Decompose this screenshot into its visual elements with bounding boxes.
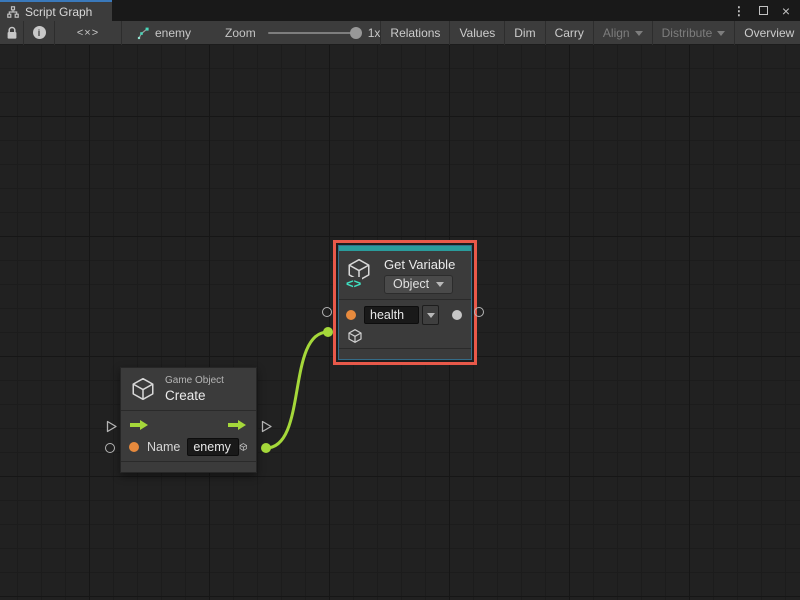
chevron-down-icon xyxy=(427,313,435,318)
chevron-down-icon xyxy=(717,31,725,36)
string-port-icon[interactable] xyxy=(346,310,356,320)
relations-button[interactable]: Relations xyxy=(380,21,449,45)
info-icon: i xyxy=(33,26,46,39)
scope-label: Object xyxy=(393,277,429,291)
game-object-port-icon[interactable] xyxy=(347,328,363,344)
value-output-port-icon[interactable] xyxy=(452,310,462,320)
breadcrumb-label: enemy xyxy=(155,26,191,40)
connection-wire[interactable] xyxy=(266,332,328,448)
inspect-button[interactable]: i xyxy=(24,21,54,45)
node-category: Game Object xyxy=(165,375,224,386)
code-icon: <×> xyxy=(77,27,99,39)
window-controls: ⋮ × xyxy=(733,0,800,21)
button-label: Distribute xyxy=(662,26,713,40)
name-port-label: Name xyxy=(147,440,180,454)
game-object-output-icon[interactable] xyxy=(239,439,248,455)
carry-button[interactable]: Carry xyxy=(545,21,593,45)
variable-picker-button[interactable] xyxy=(422,305,439,325)
chevron-down-icon xyxy=(436,282,444,287)
hierarchy-icon xyxy=(7,6,19,18)
edit-graph-button[interactable]: <×> xyxy=(55,21,121,45)
flow-output-arrow-icon[interactable] xyxy=(227,419,248,431)
lock-button[interactable] xyxy=(0,21,23,45)
button-label: Relations xyxy=(390,26,440,40)
node-header: <> Get Variable Object xyxy=(339,251,471,299)
value-input-port[interactable] xyxy=(105,443,115,453)
variable-scope-dropdown[interactable]: Object xyxy=(384,275,453,294)
node-title: Get Variable xyxy=(384,257,455,272)
flow-enter-port-icon[interactable] xyxy=(105,420,118,433)
values-button[interactable]: Values xyxy=(449,21,504,45)
window-menu-icon[interactable]: ⋮ xyxy=(733,4,745,18)
tab-bar: Script Graph ⋮ × xyxy=(0,0,800,21)
zoom-slider[interactable] xyxy=(268,32,358,34)
button-label: Carry xyxy=(555,26,584,40)
tab-script-graph[interactable]: Script Graph xyxy=(0,0,112,21)
node-ports: Name xyxy=(121,411,256,461)
close-icon[interactable]: × xyxy=(782,4,790,18)
node-create-game-object[interactable]: Game Object Create Name xyxy=(120,367,257,473)
node-footer xyxy=(339,349,471,359)
maximize-icon[interactable] xyxy=(759,6,768,15)
string-port-icon[interactable] xyxy=(129,442,139,452)
wire-end-dot[interactable] xyxy=(323,327,333,337)
toolbar-button-group: Relations Values Dim Carry Align Distrib… xyxy=(380,21,800,45)
node-get-variable[interactable]: <> Get Variable Object xyxy=(338,245,472,360)
overview-button[interactable]: Overview xyxy=(734,21,800,45)
distribute-button[interactable]: Distribute xyxy=(652,21,735,45)
graph-toolbar: i <×> enemy Zoom 1x Relations Values Dim… xyxy=(0,21,800,45)
breadcrumb[interactable]: enemy xyxy=(136,26,191,40)
node-ports xyxy=(339,300,471,348)
flow-port-row xyxy=(129,415,248,434)
name-port-row: Name xyxy=(129,437,248,456)
wire-start-dot[interactable] xyxy=(261,443,271,453)
flow-input-arrow-icon[interactable] xyxy=(129,419,150,431)
node-header: Game Object Create xyxy=(121,368,256,410)
get-variable-icon: <> xyxy=(346,257,376,289)
zoom-label: Zoom xyxy=(225,26,256,40)
button-label: Values xyxy=(459,26,495,40)
graph-icon xyxy=(136,26,150,40)
code-brackets-icon: <> xyxy=(345,277,362,290)
button-label: Align xyxy=(603,26,630,40)
game-object-cube-icon xyxy=(130,376,156,402)
node-title: Create xyxy=(165,388,224,403)
value-output-port[interactable] xyxy=(474,307,484,317)
dim-button[interactable]: Dim xyxy=(504,21,544,45)
align-button[interactable]: Align xyxy=(593,21,652,45)
chevron-down-icon xyxy=(635,31,643,36)
variable-name-input[interactable] xyxy=(364,306,419,324)
zoom-slider-thumb[interactable] xyxy=(350,27,362,39)
button-label: Dim xyxy=(514,26,535,40)
name-input[interactable] xyxy=(187,438,239,456)
node-footer xyxy=(121,462,256,472)
zoom-value: 1x xyxy=(368,26,381,40)
tab-title: Script Graph xyxy=(25,5,92,19)
object-input-port[interactable] xyxy=(322,307,332,317)
selection-outline: <> Get Variable Object xyxy=(333,240,477,365)
flow-exit-port-icon[interactable] xyxy=(260,420,273,433)
button-label: Overview xyxy=(744,26,794,40)
graph-canvas[interactable]: Game Object Create Name xyxy=(0,45,800,600)
lock-icon xyxy=(6,26,18,40)
variable-name-row xyxy=(346,305,464,325)
toolbar-separator xyxy=(121,21,122,45)
